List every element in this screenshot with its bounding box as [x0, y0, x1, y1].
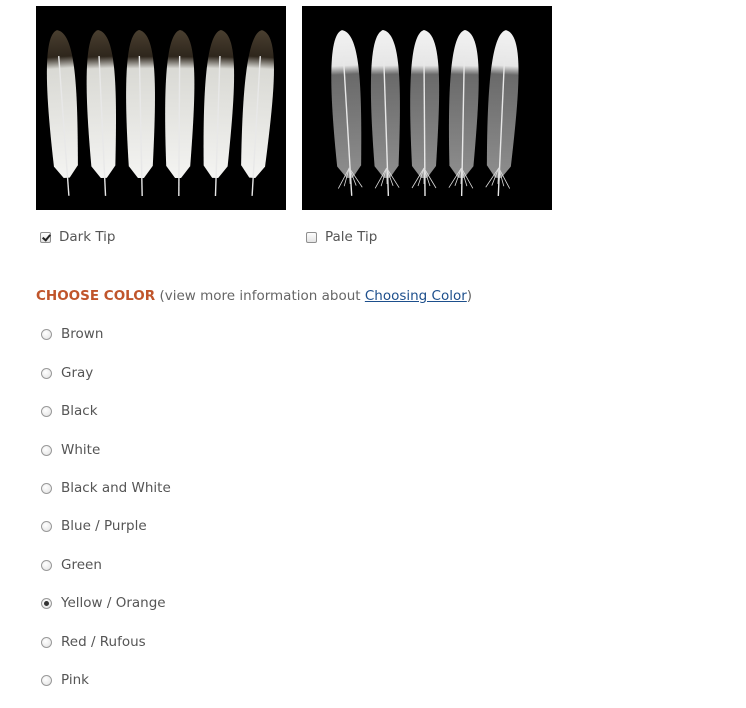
color-radio[interactable] — [41, 328, 52, 340]
color-radio[interactable] — [41, 636, 52, 648]
color-option-blue-purple[interactable]: Blue / Purple — [41, 517, 147, 535]
color-label: Black and White — [61, 480, 171, 496]
color-option-brown[interactable]: Brown — [41, 325, 103, 343]
color-label: Green — [61, 557, 102, 573]
color-option-black[interactable]: Black — [41, 402, 98, 420]
color-label: Black — [61, 403, 98, 419]
color-label: Yellow / Orange — [61, 595, 166, 611]
color-option-white[interactable]: White — [41, 441, 100, 459]
dark-tip-checkbox[interactable] — [40, 231, 51, 243]
color-radio[interactable] — [41, 482, 52, 494]
color-radio[interactable] — [41, 405, 52, 417]
choose-color-title: CHOOSE COLOR — [36, 288, 156, 304]
color-label: Gray — [61, 365, 94, 381]
color-radio[interactable] — [41, 674, 52, 686]
pale-tip-feathers-photo[interactable] — [302, 6, 552, 210]
color-radio[interactable] — [41, 597, 52, 609]
color-label: Blue / Purple — [61, 518, 147, 534]
choose-color-note-suffix: ) — [466, 288, 473, 304]
choose-color-note-prefix: (view more information about — [159, 288, 365, 304]
pale-tip-checkbox[interactable] — [306, 231, 317, 243]
dark-tip-feathers-photo[interactable] — [36, 6, 286, 210]
color-option-red-rufous[interactable]: Red / Rufous — [41, 633, 146, 651]
color-option-black-and-white[interactable]: Black and White — [41, 479, 171, 497]
color-option-yellow-orange[interactable]: Yellow / Orange — [41, 594, 166, 612]
choosing-color-link[interactable]: Choosing Color — [365, 288, 467, 304]
color-radio[interactable] — [41, 520, 52, 532]
color-radio[interactable] — [41, 444, 52, 456]
dark-tip-option[interactable]: Dark Tip — [40, 228, 115, 246]
color-label: Brown — [61, 326, 104, 342]
pale-tip-option[interactable]: Pale Tip — [306, 228, 377, 246]
color-option-pink[interactable]: Pink — [41, 671, 89, 689]
color-radio[interactable] — [41, 367, 52, 379]
pale-tip-label: Pale Tip — [325, 229, 378, 245]
color-label: Pink — [61, 672, 89, 688]
choose-color-heading: CHOOSE COLOR (view more information abou… — [36, 287, 472, 305]
dark-tip-label: Dark Tip — [59, 229, 116, 245]
color-label: Red / Rufous — [61, 634, 146, 650]
color-option-green[interactable]: Green — [41, 556, 102, 574]
color-radio[interactable] — [41, 559, 52, 571]
color-option-gray[interactable]: Gray — [41, 364, 93, 382]
color-label: White — [61, 442, 101, 458]
